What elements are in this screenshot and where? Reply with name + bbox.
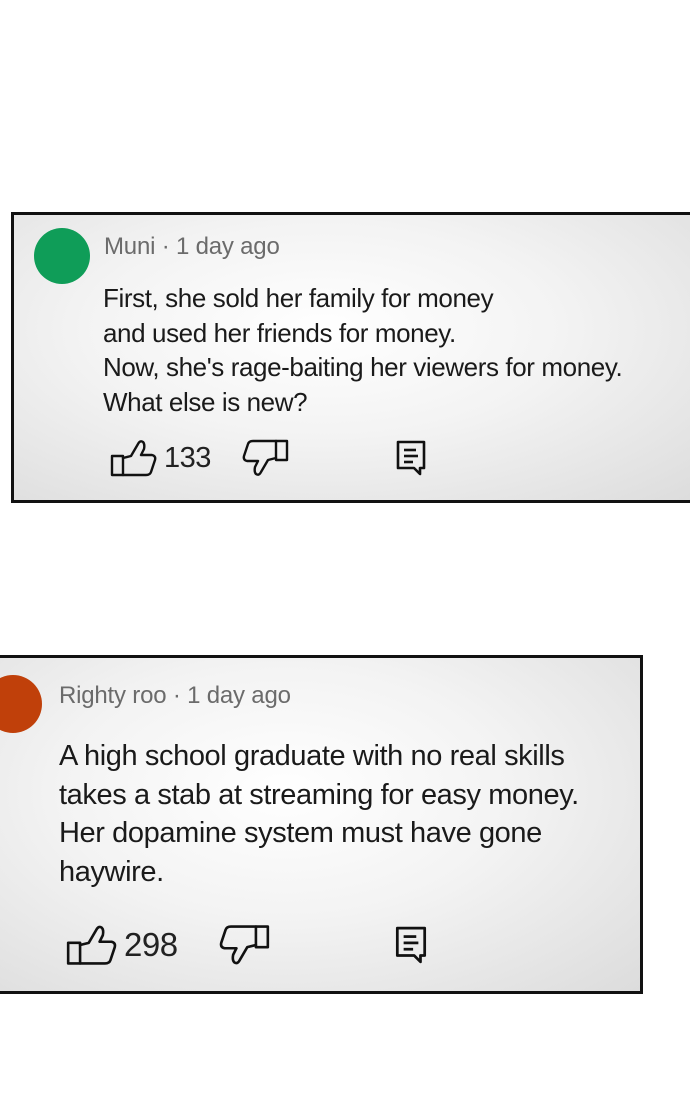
thumbs-down-icon[interactable]	[241, 439, 289, 477]
comment-line: and used her friends for money.	[103, 317, 456, 348]
comment-actions: 133	[110, 437, 427, 479]
thumbs-down-icon[interactable]	[218, 924, 270, 966]
comment-line: takes a stab at streaming for easy money…	[59, 778, 579, 811]
comment-card: Muni · 1 day ago First, she sold her fam…	[11, 212, 690, 503]
avatar[interactable]	[34, 228, 90, 284]
comment-line: What else is new?	[103, 386, 308, 417]
reply-icon[interactable]	[394, 925, 428, 965]
like-count: 298	[124, 926, 178, 963]
comment-text: First, she sold her family for money and…	[103, 281, 623, 419]
comment-meta: Muni · 1 day ago	[104, 233, 280, 261]
comment-line: haywire.	[59, 855, 164, 888]
like-count: 133	[164, 441, 211, 474]
avatar[interactable]	[0, 675, 42, 733]
comment-actions: 298	[66, 923, 428, 967]
thumbs-up-icon[interactable]	[66, 924, 118, 966]
author-name[interactable]: Righty roo	[59, 682, 167, 709]
comment-meta: Righty roo · 1 day ago	[59, 682, 291, 710]
timestamp[interactable]: 1 day ago	[176, 233, 280, 260]
meta-separator: ·	[172, 682, 181, 709]
comment-line: Now, she's rage-baiting her viewers for …	[103, 352, 623, 382]
timestamp[interactable]: 1 day ago	[187, 682, 291, 709]
comment-line: Her dopamine system must have gone	[59, 817, 542, 849]
reply-icon[interactable]	[395, 439, 427, 477]
author-name[interactable]: Muni	[104, 233, 155, 260]
comment-line: First, she sold her family for money	[103, 283, 494, 313]
comment-card: Righty roo · 1 day ago A high school gra…	[0, 655, 643, 994]
meta-separator: ·	[161, 233, 170, 260]
thumbs-up-icon[interactable]	[110, 439, 158, 477]
comment-line: A high school graduate with no real skil…	[59, 740, 565, 772]
comment-text: A high school graduate with no real skil…	[59, 737, 579, 891]
